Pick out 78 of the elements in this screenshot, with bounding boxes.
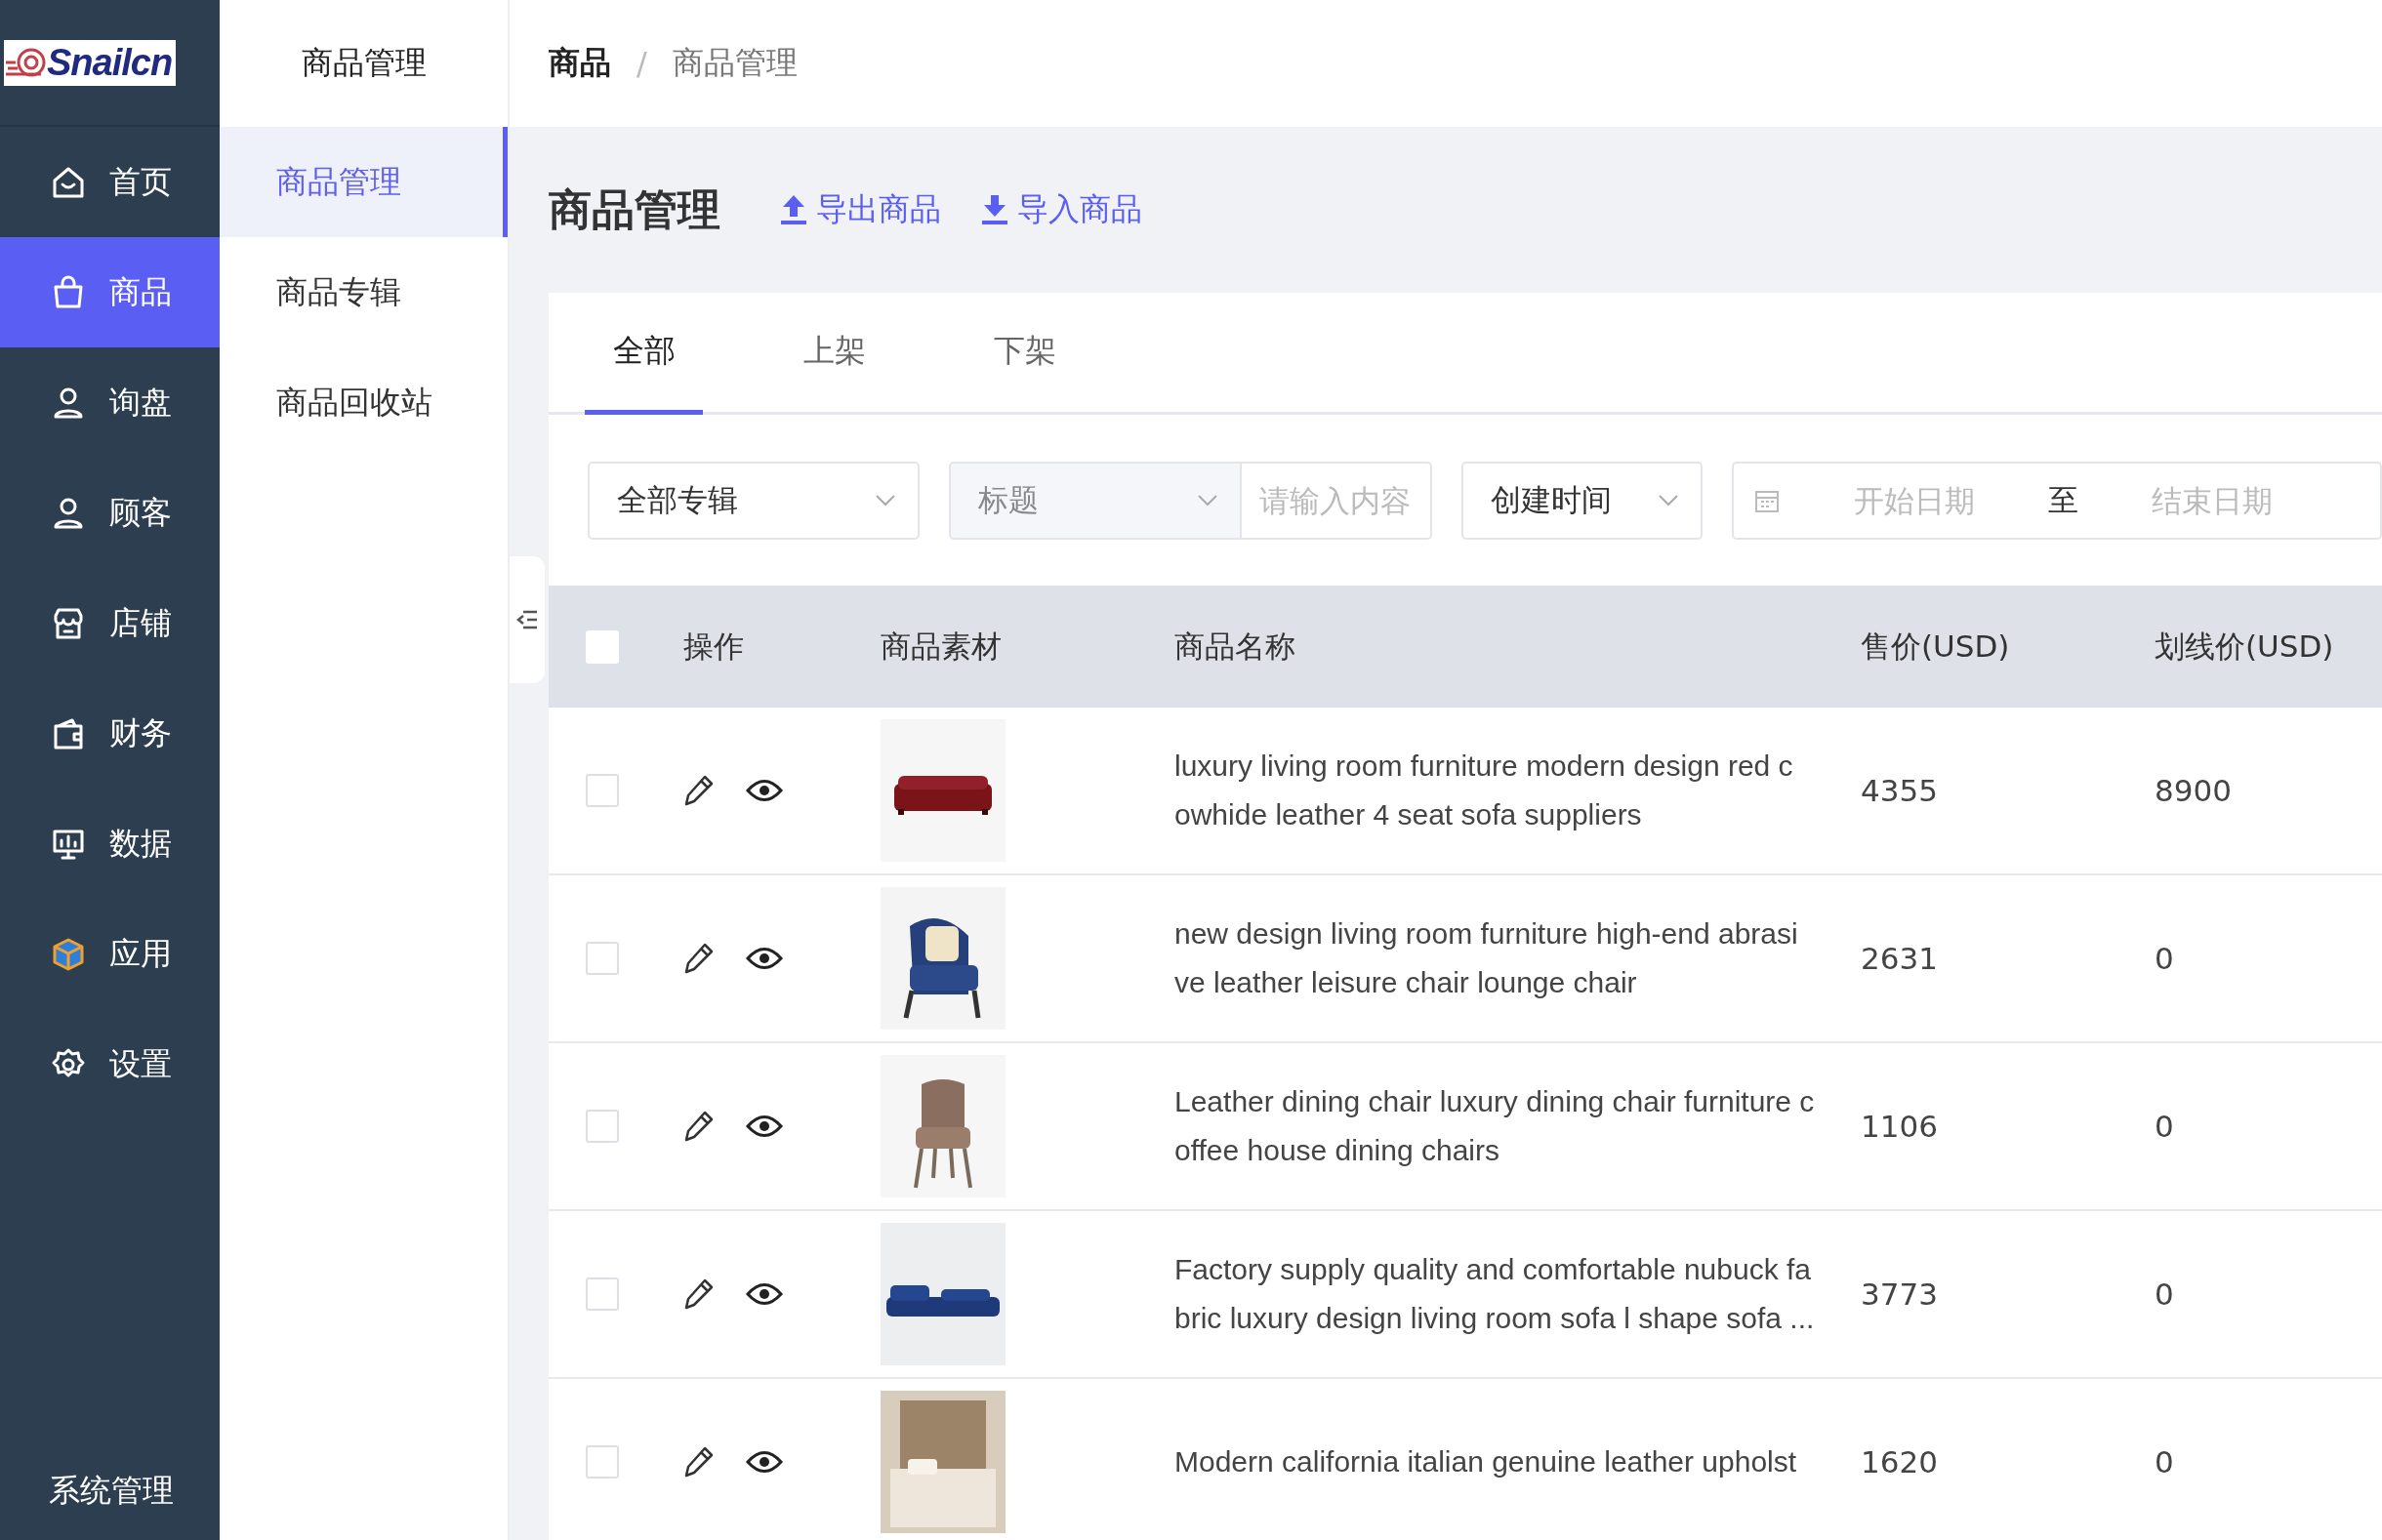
action-link[interactable]: 导出商品 xyxy=(779,188,941,231)
product-name: luxury living room furniture modern design red c owhide leather 4 seat sofa suppliers xyxy=(1174,749,1794,832)
product-name: Modern california italian genuine leather upholst xyxy=(1174,1444,1798,1479)
breadcrumb-separator: / xyxy=(637,45,647,82)
action-link[interactable]: 导入商品 xyxy=(980,188,1142,231)
breadcrumb-item[interactable]: 商品 xyxy=(549,42,611,85)
checkbox[interactable] xyxy=(586,1110,619,1143)
system-link[interactable]: 系统管理 xyxy=(0,1470,220,1540)
submenu-title: 商品管理 xyxy=(300,43,428,83)
download-icon xyxy=(980,193,1009,226)
nav-label: 店铺 xyxy=(109,602,172,643)
checkbox[interactable] xyxy=(586,942,619,975)
submenu-item[interactable]: 商品管理 xyxy=(220,127,508,237)
nav-item[interactable]: 设置 xyxy=(0,1009,220,1119)
price-cell-text: 1106 xyxy=(1861,1109,1939,1144)
page-title: 商品管理 xyxy=(549,182,720,236)
nav-item[interactable]: 应用 xyxy=(0,899,220,1009)
column-header: 商品名称 xyxy=(1174,627,1296,666)
nav-item[interactable]: 数据 xyxy=(0,789,220,899)
chevron-down-icon xyxy=(875,494,897,507)
pencil-icon[interactable] xyxy=(683,1445,715,1479)
pencil-icon[interactable] xyxy=(683,942,715,975)
date-range-field[interactable]: 开始日期 至 结束日期 xyxy=(1732,462,2382,540)
breadcrumb-item: 商品管理 xyxy=(672,43,798,83)
tab[interactable]: 下架 xyxy=(965,293,1084,415)
price-cell-text: 1620 xyxy=(1861,1444,1939,1479)
nav-label: 顾客 xyxy=(109,492,172,533)
eye-icon[interactable] xyxy=(746,946,783,971)
checkbox[interactable] xyxy=(586,1445,619,1479)
list-price-cell-text: 0 xyxy=(2155,1277,2175,1312)
nav-label: 商品 xyxy=(109,271,172,312)
product-name: new design living room furniture high-end abrasi ve leather leisure chair lounge chair xyxy=(1174,916,1799,1000)
collapse-handle[interactable] xyxy=(510,556,545,683)
nav-item[interactable]: 首页 xyxy=(0,127,220,237)
collapse-icon xyxy=(515,609,539,630)
nav-label: 应用 xyxy=(109,933,172,974)
upload-icon xyxy=(779,193,808,226)
nav-item[interactable]: 顾客 xyxy=(0,458,220,568)
nav-label: 设置 xyxy=(109,1043,172,1084)
list-price-cell-text: 8900 xyxy=(2155,773,2233,808)
list-price-cell-text: 0 xyxy=(2155,1444,2175,1479)
chevron-down-icon xyxy=(1658,494,1680,507)
chevron-down-icon xyxy=(1197,494,1219,507)
pencil-icon[interactable] xyxy=(683,1110,715,1143)
column-header: 操作 xyxy=(683,627,745,666)
pencil-icon[interactable] xyxy=(683,1277,715,1311)
eye-icon[interactable] xyxy=(746,1449,783,1475)
nav-item[interactable]: 财务 xyxy=(0,678,220,789)
range-separator: 至 xyxy=(2048,481,2079,519)
price-cell-text: 3773 xyxy=(1861,1277,1939,1312)
tab[interactable]: 上架 xyxy=(775,293,893,415)
tab[interactable]: 全部 xyxy=(585,293,703,415)
time-select[interactable]: 创建时间 xyxy=(1461,462,1704,540)
keyword-input[interactable]: 请输入内容 xyxy=(1242,462,1433,540)
nav-label: 财务 xyxy=(109,712,172,753)
price-cell-text: 2631 xyxy=(1861,941,1939,976)
album-select[interactable]: 全部专辑 xyxy=(588,462,921,540)
price-cell-text: 4355 xyxy=(1861,773,1939,808)
product-name: Factory supply quality and comfortable nubuck fa bric luxury design living room sofa l shape sofa ... xyxy=(1174,1252,1816,1336)
column-header: 售价(USD) xyxy=(1861,627,2011,666)
checkbox[interactable] xyxy=(586,1277,619,1311)
logo: Snailcn xyxy=(47,41,173,84)
eye-icon[interactable] xyxy=(746,778,783,803)
product-name: Leather dining chair luxury dining chair furniture c offee house dining chairs xyxy=(1174,1084,1816,1168)
nav-item[interactable]: 店铺 xyxy=(0,568,220,678)
nav-label: 首页 xyxy=(109,161,172,202)
eye-icon[interactable] xyxy=(746,1281,783,1307)
column-header: 商品素材 xyxy=(881,627,1003,666)
eye-icon[interactable] xyxy=(746,1114,783,1139)
pencil-icon[interactable] xyxy=(683,774,715,807)
nav-label: 询盘 xyxy=(109,382,172,423)
list-price-cell-text: 0 xyxy=(2155,1109,2175,1144)
column-header: 划线价(USD) xyxy=(2155,627,2335,666)
list-price-cell-text: 0 xyxy=(2155,941,2175,976)
nav-item[interactable]: 询盘 xyxy=(0,347,220,458)
checkbox[interactable] xyxy=(586,774,619,807)
nav-label: 数据 xyxy=(109,823,172,864)
nav-item[interactable]: 商品 xyxy=(0,237,220,347)
